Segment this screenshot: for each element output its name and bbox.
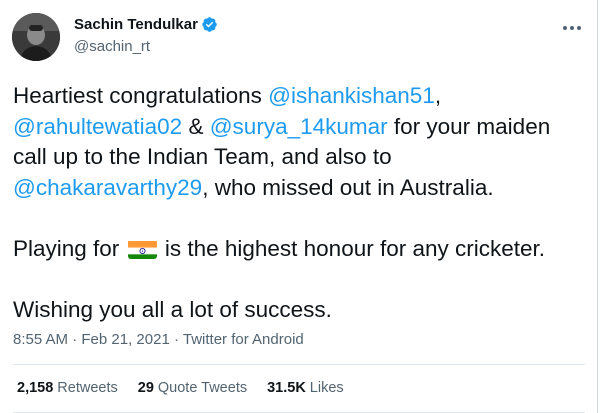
likes-label: Likes	[309, 380, 344, 396]
tweet-line: @rahultewatia02 & @surya_14kumar for you…	[13, 112, 585, 143]
text-segment: ,	[434, 83, 442, 108]
mention-link[interactable]: @ishankishan51	[268, 83, 435, 108]
quote-tweets-count: 29	[137, 380, 154, 396]
tweet-line: Heartiest congratulations @ishankishan51…	[13, 81, 585, 112]
text-segment: , who missed out in Australia.	[202, 174, 494, 200]
likes-count: 31.5K	[267, 380, 306, 396]
text-segment: Playing for	[13, 235, 126, 261]
text-segment: for your maiden	[387, 113, 551, 139]
tweet-card: Sachin Tendulkar @sachin_rt Heartiest co…	[0, 0, 598, 413]
tweet-line: call up to the Indian Team, and also to	[13, 144, 392, 169]
avatar-image	[12, 13, 60, 61]
mention-link[interactable]: @chakaravarthy29	[13, 175, 202, 200]
quote-tweets-label: Quote Tweets	[157, 380, 248, 396]
tweet-line: Wishing you all a lot of success.	[13, 296, 332, 322]
mention-link[interactable]: @rahultewatia02	[13, 114, 182, 139]
retweets-label: Retweets	[57, 380, 118, 396]
india-flag-icon	[127, 239, 157, 259]
author-handle[interactable]: @sachin_rt	[74, 38, 150, 55]
meta-separator: ·	[169, 331, 183, 348]
text-segment: is the highest honour for any cricketer.	[158, 235, 546, 261]
tweet-meta: 8:55 AM · Feb 21, 2021 · Twitter for And…	[13, 331, 304, 348]
retweets-stat[interactable]: 2,158 Retweets	[17, 380, 118, 396]
text-segment: Heartiest congratulations	[13, 83, 269, 108]
tweet-time[interactable]: 8:55 AM	[13, 331, 68, 348]
mention-link[interactable]: @surya_14kumar	[210, 114, 388, 139]
author-display-name[interactable]: Sachin Tendulkar	[74, 16, 198, 33]
text-segment: &	[182, 113, 210, 139]
divider	[13, 364, 585, 365]
verified-badge-icon	[201, 16, 218, 33]
quote-tweets-stat[interactable]: 29 Quote Tweets	[138, 380, 247, 396]
likes-stat[interactable]: 31.5K Likes	[267, 380, 344, 396]
retweets-count: 2,158	[17, 380, 54, 396]
author-name-row: Sachin Tendulkar	[74, 16, 218, 33]
tweet-line: @chakaravarthy29, who missed out in Aust…	[13, 173, 585, 204]
more-options-icon[interactable]	[560, 18, 584, 38]
tweet-source[interactable]: Twitter for Android	[183, 331, 304, 348]
tweet-text: Heartiest congratulations @ishankishan51…	[13, 81, 585, 325]
tweet-line: Playing for is the highest honour for an…	[13, 234, 585, 265]
tweet-stats: 2,158 Retweets 29 Quote Tweets 31.5K Likes	[17, 380, 344, 396]
tweet-date[interactable]: Feb 21, 2021	[81, 331, 169, 348]
meta-separator: ·	[68, 331, 82, 348]
avatar[interactable]	[12, 13, 60, 61]
